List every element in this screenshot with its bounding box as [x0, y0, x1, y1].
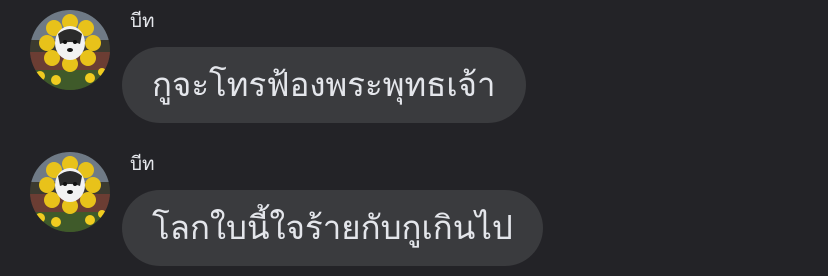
dog-in-sunflower-costume-avatar-icon [30, 152, 110, 232]
sender-avatar[interactable] [30, 152, 110, 232]
message-bubble[interactable]: โลกใบนี้ใจร้ายกับกูเกินไป [122, 190, 543, 266]
chat-thread: บีท กูจะโทรฟ้องพระพุทธเจ้า บีท โลกใบนี้ใ… [0, 0, 828, 276]
message-bubble[interactable]: กูจะโทรฟ้องพระพุทธเจ้า [122, 47, 526, 123]
dog-in-sunflower-costume-avatar-icon [30, 10, 110, 90]
sender-name: บีท [130, 153, 155, 175]
sender-avatar[interactable] [30, 10, 110, 90]
sender-name: บีท [130, 10, 155, 32]
